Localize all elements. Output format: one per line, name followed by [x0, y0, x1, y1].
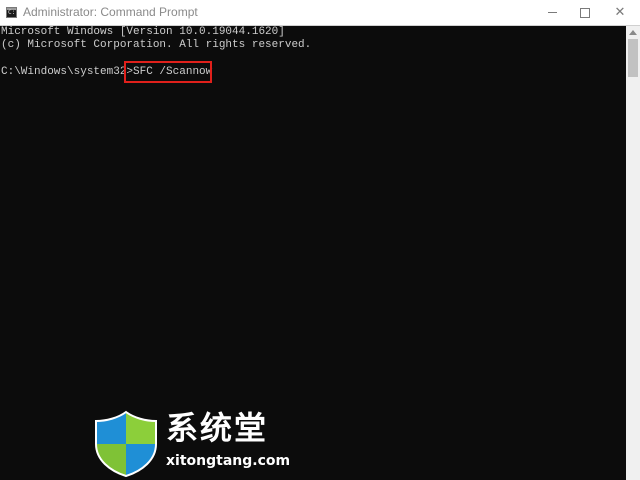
cmd-icon: C:\ [6, 7, 17, 18]
shield-logo-icon [95, 410, 157, 478]
command-highlight-box [124, 61, 212, 83]
console-prompt: C:\Windows\system32> [1, 66, 134, 78]
scroll-thumb[interactable] [628, 39, 638, 77]
title-bar[interactable]: C:\ Administrator: Command Prompt ✕ [0, 0, 640, 26]
maximize-button[interactable] [568, 0, 602, 25]
close-icon: ✕ [614, 5, 626, 20]
watermark-url: xitongtang.com [166, 453, 291, 469]
maximize-icon [580, 7, 590, 18]
minimize-icon [547, 12, 557, 13]
watermark: 系统堂 xitongtang.com [92, 408, 302, 478]
minimize-button[interactable] [535, 0, 569, 25]
console-line-version: Microsoft Windows [Version 10.0.19044.16… [1, 26, 285, 38]
command-prompt-window: C:\ Administrator: Command Prompt ✕ Micr… [0, 0, 640, 480]
window-title: Administrator: Command Prompt [23, 5, 198, 19]
watermark-title: 系统堂 [166, 409, 269, 447]
scroll-up-icon[interactable] [629, 30, 637, 35]
console-line-copyright: (c) Microsoft Corporation. All rights re… [1, 39, 312, 51]
vertical-scrollbar[interactable] [626, 26, 640, 480]
close-button[interactable]: ✕ [603, 0, 637, 25]
